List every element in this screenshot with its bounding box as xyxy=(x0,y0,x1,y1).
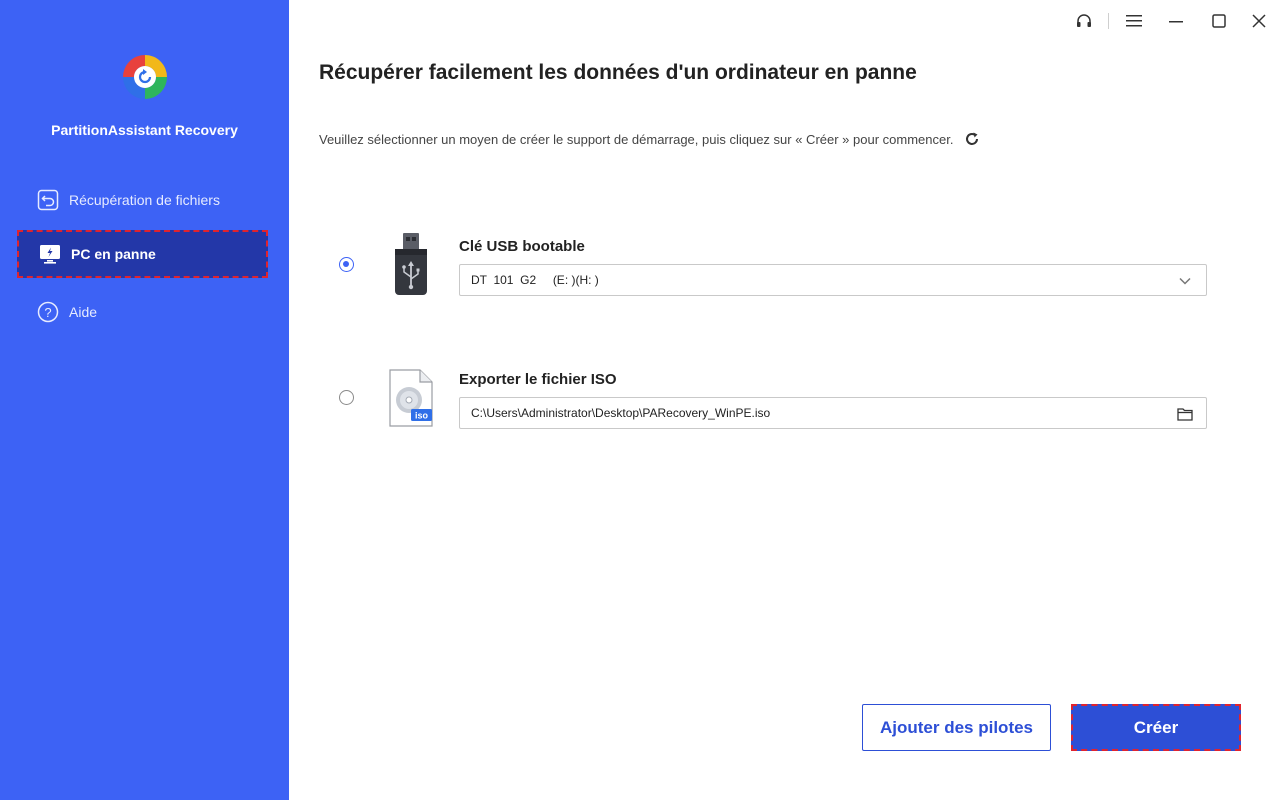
app-name: PartitionAssistant Recovery xyxy=(51,122,238,138)
page-subtitle: Veuillez sélectionner un moyen de créer … xyxy=(319,130,981,148)
crashed-pc-icon xyxy=(39,243,61,265)
titlebar-divider xyxy=(1108,13,1109,29)
usb-option-label: Clé USB bootable xyxy=(459,238,585,255)
usb-drive-value: DT 101 G2 (E: )(H: ) xyxy=(471,273,599,287)
maximize-icon[interactable] xyxy=(1206,8,1232,34)
page-title: Récupérer facilement les données d'un or… xyxy=(319,61,917,84)
sidebar-item-label: Aide xyxy=(69,304,98,320)
sidebar-item-crashed-pc[interactable]: PC en panne xyxy=(17,230,268,278)
sidebar-item-label: PC en panne xyxy=(71,246,156,262)
refresh-icon[interactable] xyxy=(963,130,981,148)
chevron-down-icon[interactable] xyxy=(1176,272,1194,290)
menu-icon[interactable] xyxy=(1121,8,1147,34)
headset-icon[interactable] xyxy=(1071,8,1097,34)
iso-path-field[interactable]: C:\Users\Administrator\Desktop\PARecover… xyxy=(459,397,1207,429)
subtitle-text: Veuillez sélectionner un moyen de créer … xyxy=(319,131,954,147)
iso-file-icon: iso xyxy=(389,369,433,427)
close-icon[interactable] xyxy=(1246,8,1272,34)
sidebar: PartitionAssistant Recovery Récupération… xyxy=(0,0,289,800)
create-button[interactable]: Créer xyxy=(1071,704,1241,751)
usb-option-radio[interactable] xyxy=(339,257,354,272)
app-logo xyxy=(123,55,167,99)
folder-icon[interactable] xyxy=(1176,405,1194,423)
iso-option-radio[interactable] xyxy=(339,390,354,405)
iso-path-value: C:\Users\Administrator\Desktop\PARecover… xyxy=(471,406,771,420)
svg-text:iso: iso xyxy=(415,411,429,421)
add-drivers-button[interactable]: Ajouter des pilotes xyxy=(862,704,1051,751)
svg-text:?: ? xyxy=(44,305,51,320)
usb-drive-select[interactable]: DT 101 G2 (E: )(H: ) xyxy=(459,264,1207,296)
sidebar-item-file-recovery[interactable]: Récupération de fichiers xyxy=(17,176,268,224)
usb-drive-icon xyxy=(395,233,427,295)
file-restore-icon xyxy=(37,189,59,211)
sidebar-item-help[interactable]: ? Aide xyxy=(17,288,268,336)
iso-option-label: Exporter le fichier ISO xyxy=(459,371,617,388)
help-icon: ? xyxy=(37,301,59,323)
minimize-icon[interactable] xyxy=(1163,8,1189,34)
sidebar-item-label: Récupération de fichiers xyxy=(69,192,220,208)
